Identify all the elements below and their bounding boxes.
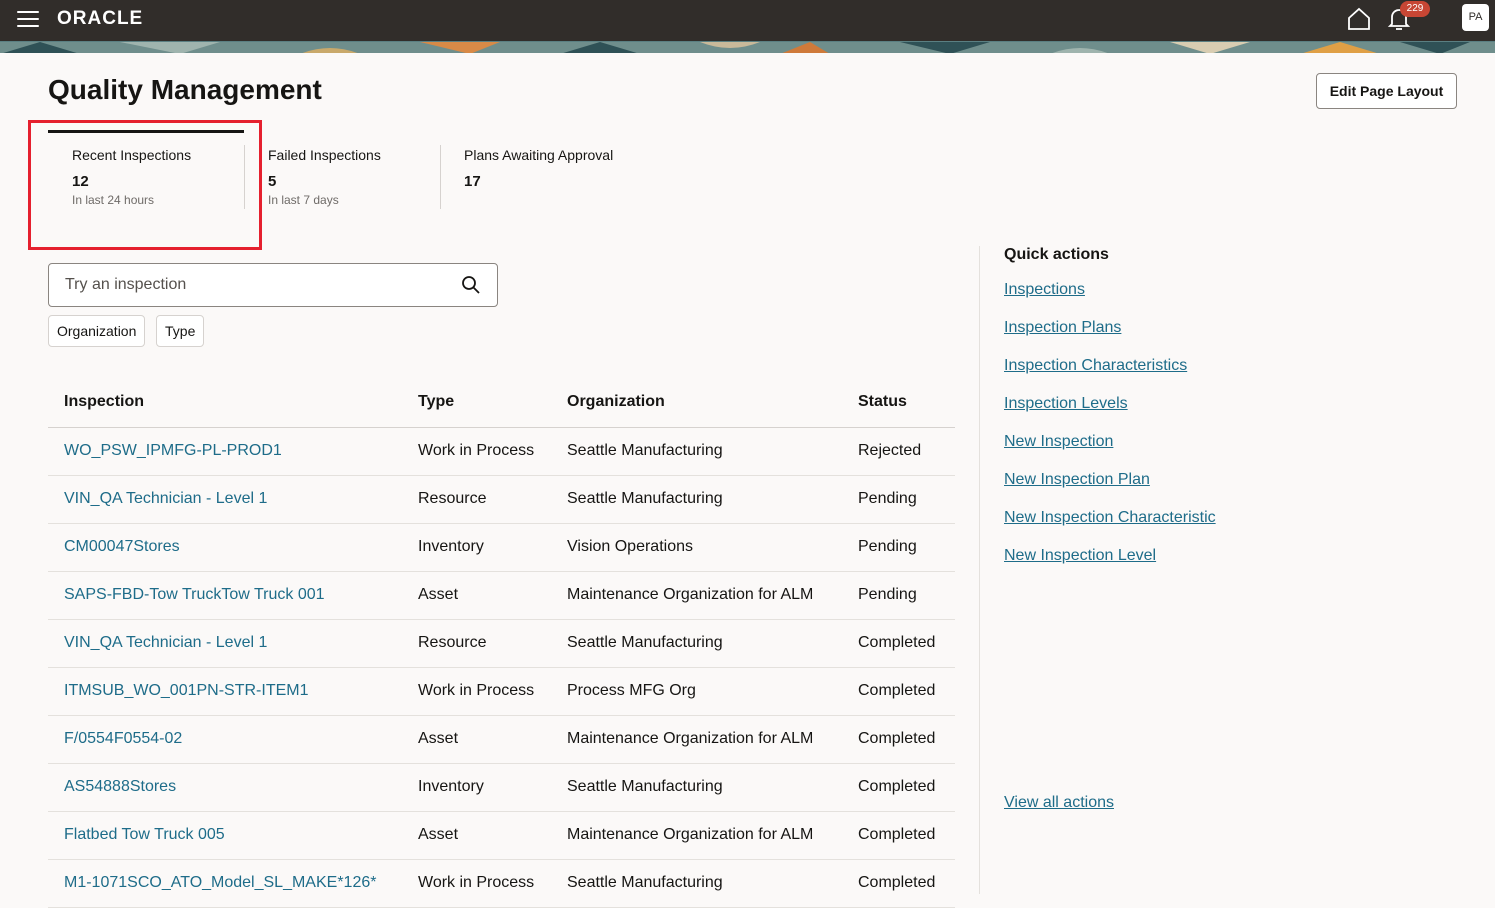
inspection-search-input[interactable] — [65, 264, 445, 306]
inspection-search-box — [48, 263, 498, 307]
type-cell: Asset — [418, 826, 459, 843]
table-row: WO_PSW_IPMFG-PL-PROD1 Work in Process Se… — [48, 428, 955, 476]
metric-recent-inspections[interactable]: Recent Inspections 12 In last 24 hours — [48, 130, 244, 210]
status-cell: Completed — [858, 826, 936, 843]
quick-action-new-inspection-plan[interactable]: New Inspection Plan — [1004, 471, 1150, 489]
type-cell: Resource — [418, 634, 487, 651]
inspection-link[interactable]: AS54888Stores — [64, 778, 176, 796]
type-cell: Inventory — [418, 778, 484, 795]
quick-action-inspection-characteristics[interactable]: Inspection Characteristics — [1004, 357, 1187, 375]
type-cell: Work in Process — [418, 682, 535, 699]
quick-actions-title: Quick actions — [1004, 246, 1109, 263]
organization-cell: Seattle Manufacturing — [567, 634, 723, 651]
user-avatar[interactable]: PA — [1462, 4, 1489, 31]
status-cell: Completed — [858, 634, 936, 651]
top-bar: ORACLE 229 PA — [0, 0, 1495, 41]
organization-cell: Seattle Manufacturing — [567, 490, 723, 507]
home-icon[interactable] — [1346, 6, 1372, 32]
status-cell: Completed — [858, 682, 936, 699]
metric-label: Recent Inspections — [72, 147, 192, 163]
status-cell: Completed — [858, 874, 936, 891]
inspection-link[interactable]: F/0554F0554-02 — [64, 730, 182, 748]
metric-plans-awaiting-approval[interactable]: Plans Awaiting Approval 17 — [440, 130, 660, 210]
type-cell: Work in Process — [418, 874, 535, 891]
inspections-table: Inspection Type Organization Status WO_P… — [48, 378, 955, 908]
metric-value: 17 — [464, 173, 481, 190]
inspection-link[interactable]: M1-1071SCO_ATO_Model_SL_MAKE*126* — [64, 874, 376, 892]
inspection-link[interactable]: Flatbed Tow Truck 005 — [64, 826, 225, 844]
quick-action-inspection-levels[interactable]: Inspection Levels — [1004, 395, 1128, 413]
table-row: VIN_QA Technician - Level 1 Resource Sea… — [48, 620, 955, 668]
organization-cell: Seattle Manufacturing — [567, 778, 723, 795]
quick-action-new-inspection-characteristic[interactable]: New Inspection Characteristic — [1004, 509, 1216, 527]
quick-action-inspections[interactable]: Inspections — [1004, 281, 1085, 299]
organization-cell: Vision Operations — [567, 538, 693, 555]
notification-count-badge: 229 — [1400, 1, 1430, 17]
search-icon[interactable] — [461, 275, 481, 295]
status-cell: Completed — [858, 730, 936, 747]
page-title: Quality Management — [48, 74, 322, 105]
organization-cell: Maintenance Organization for ALM — [567, 730, 814, 747]
type-cell: Asset — [418, 586, 459, 603]
table-row: ITMSUB_WO_001PN-STR-ITEM1 Work in Proces… — [48, 668, 955, 716]
metric-subtext: In last 24 hours — [72, 193, 155, 207]
organization-cell: Process MFG Org — [567, 682, 696, 699]
quick-action-new-inspection-level[interactable]: New Inspection Level — [1004, 547, 1156, 565]
table-row: F/0554F0554-02 Asset Maintenance Organiz… — [48, 716, 955, 764]
menu-icon[interactable] — [17, 8, 40, 31]
metric-value: 12 — [72, 173, 89, 190]
type-cell: Resource — [418, 490, 487, 507]
status-cell: Pending — [858, 490, 917, 507]
metric-label: Failed Inspections — [268, 147, 381, 163]
status-cell: Pending — [858, 538, 917, 555]
inspection-link[interactable]: VIN_QA Technician - Level 1 — [64, 490, 267, 508]
table-row: CM00047Stores Inventory Vision Operation… — [48, 524, 955, 572]
type-filter-chip[interactable]: Type — [156, 315, 205, 347]
table-row: VIN_QA Technician - Level 1 Resource Sea… — [48, 476, 955, 524]
column-header-status[interactable]: Status — [858, 393, 907, 411]
column-header-organization[interactable]: Organization — [567, 393, 665, 411]
organization-cell: Maintenance Organization for ALM — [567, 826, 814, 843]
table-row: AS54888Stores Inventory Seattle Manufact… — [48, 764, 955, 812]
status-cell: Completed — [858, 778, 936, 795]
metric-label: Plans Awaiting Approval — [464, 147, 614, 163]
table-row: Flatbed Tow Truck 005 Asset Maintenance … — [48, 812, 955, 860]
status-cell: Rejected — [858, 442, 922, 459]
inspection-link[interactable]: ITMSUB_WO_001PN-STR-ITEM1 — [64, 682, 308, 700]
panel-divider — [979, 246, 980, 894]
quick-action-inspection-plans[interactable]: Inspection Plans — [1004, 319, 1121, 337]
status-cell: Pending — [858, 586, 917, 603]
inspection-link[interactable]: CM00047Stores — [64, 538, 180, 556]
type-cell: Inventory — [418, 538, 484, 555]
decorative-banner — [0, 41, 1495, 53]
table-header: Inspection Type Organization Status — [48, 378, 955, 428]
table-row: M1-1071SCO_ATO_Model_SL_MAKE*126* Work i… — [48, 860, 955, 908]
edit-page-layout-button[interactable]: Edit Page Layout — [1316, 73, 1457, 109]
quick-action-new-inspection[interactable]: New Inspection — [1004, 433, 1113, 451]
metric-value: 5 — [268, 173, 277, 190]
metric-subtext: In last 7 days — [268, 193, 339, 207]
inspection-link[interactable]: WO_PSW_IPMFG-PL-PROD1 — [64, 442, 282, 460]
column-header-inspection[interactable]: Inspection — [64, 393, 144, 411]
inspection-link[interactable]: VIN_QA Technician - Level 1 — [64, 634, 267, 652]
column-header-type[interactable]: Type — [418, 393, 454, 411]
organization-cell: Seattle Manufacturing — [567, 874, 723, 891]
organization-cell: Maintenance Organization for ALM — [567, 586, 814, 603]
organization-cell: Seattle Manufacturing — [567, 442, 723, 459]
oracle-logo[interactable]: ORACLE — [57, 8, 143, 30]
type-cell: Asset — [418, 730, 459, 747]
organization-filter-chip[interactable]: Organization — [48, 315, 146, 347]
table-row: SAPS-FBD-Tow TruckTow Truck 001 Asset Ma… — [48, 572, 955, 620]
type-cell: Work in Process — [418, 442, 535, 459]
inspection-link[interactable]: SAPS-FBD-Tow TruckTow Truck 001 — [64, 586, 325, 604]
view-all-actions-link[interactable]: View all actions — [1004, 794, 1114, 812]
metric-failed-inspections[interactable]: Failed Inspections 5 In last 7 days — [244, 130, 440, 210]
